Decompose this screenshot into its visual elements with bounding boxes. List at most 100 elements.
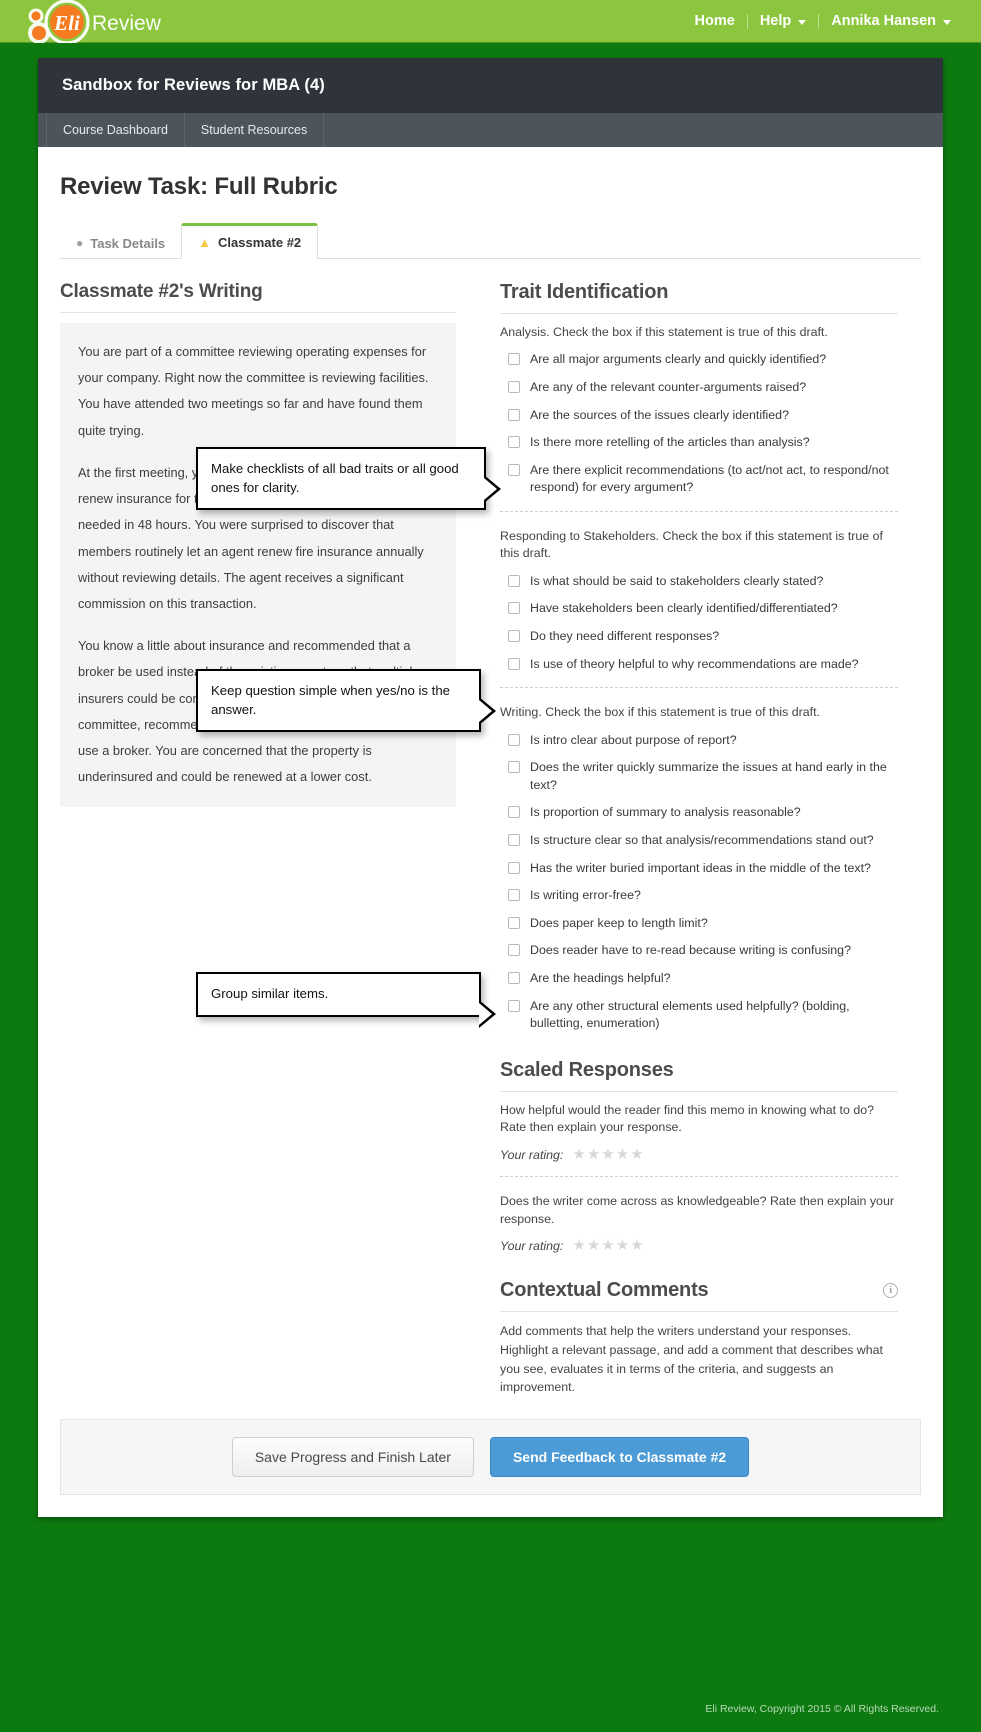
star-icon[interactable]: ★ — [616, 1147, 629, 1162]
course-nav-dashboard[interactable]: Course Dashboard — [46, 113, 185, 147]
checkbox[interactable] — [508, 408, 520, 421]
checkbox[interactable] — [508, 353, 520, 366]
nav-user-label: Annika Hansen — [831, 13, 936, 29]
checkbox[interactable] — [508, 629, 520, 642]
eli-review-logo[interactable]: Eli Review — [22, 0, 202, 47]
send-feedback-button[interactable]: Send Feedback to Classmate #2 — [489, 1437, 750, 1477]
checkbox-row[interactable]: Are the headings helpful? — [500, 970, 898, 988]
writing-heading: Classmate #2's Writing — [60, 281, 456, 313]
course-nav-student-resources[interactable]: Student Resources — [185, 113, 325, 147]
checkbox-row[interactable]: Is structure clear so that analysis/reco… — [500, 832, 898, 850]
rating-row: Your rating: ★ ★ ★ ★ ★ — [500, 1238, 898, 1253]
checkbox[interactable] — [508, 463, 520, 476]
checkbox[interactable] — [508, 944, 520, 957]
star-icon[interactable]: ★ — [630, 1147, 643, 1162]
checkbox-row[interactable]: Do they need different responses? — [500, 628, 898, 646]
form-action-bar: Save Progress and Finish Later Send Feed… — [60, 1419, 921, 1495]
checkbox[interactable] — [508, 806, 520, 819]
checkbox-label: Is intro clear about purpose of report? — [530, 732, 737, 747]
checkbox-row[interactable]: Is intro clear about purpose of report? — [500, 732, 898, 750]
checkbox-label: Are any other structural elements used h… — [530, 998, 850, 1031]
checkbox-label: Does reader have to re-read because writ… — [530, 943, 851, 958]
star-icon[interactable]: ★ — [572, 1147, 585, 1162]
checkbox[interactable] — [508, 602, 520, 615]
top-navigation-bar: Eli Review Home Help Annika Hansen — [0, 0, 981, 45]
checkbox[interactable] — [508, 833, 520, 846]
tab-task-details[interactable]: ● Task Details — [60, 228, 181, 258]
info-icon[interactable]: i — [883, 1283, 898, 1299]
star-rating-widget[interactable]: ★ ★ ★ ★ ★ — [572, 1147, 643, 1162]
chevron-down-icon — [943, 20, 951, 25]
star-icon[interactable]: ★ — [587, 1147, 600, 1162]
nav-user-dropdown[interactable]: Annika Hansen — [819, 0, 963, 43]
checkbox-row[interactable]: Does reader have to re-read because writ… — [500, 942, 898, 960]
checkbox[interactable] — [508, 972, 520, 985]
checkbox-label: Is there more retelling of the articles … — [530, 435, 810, 450]
checkbox[interactable] — [508, 657, 520, 670]
checkbox[interactable] — [508, 574, 520, 587]
checkbox-label: Are the headings helpful? — [530, 971, 671, 986]
checkbox[interactable] — [508, 733, 520, 746]
annotation-callout: Make checklists of all bad traits or all… — [196, 447, 501, 511]
nav-home-link[interactable]: Home — [683, 0, 747, 43]
two-column-layout: Classmate #2's Writing You are part of a… — [60, 259, 921, 1460]
checkbox-row[interactable]: Does paper keep to length limit? — [500, 915, 898, 933]
callout-tail-inner — [484, 478, 497, 500]
contextual-comments-description: Add comments that help the writers under… — [500, 1324, 883, 1395]
checkbox-label: Are the sources of the issues clearly id… — [530, 407, 789, 422]
checkbox-row[interactable]: Is use of theory helpful to why recommen… — [500, 656, 898, 674]
star-icon[interactable]: ★ — [572, 1238, 585, 1253]
checkbox-row[interactable]: Does the writer quickly summarize the is… — [500, 759, 898, 794]
checkbox-label: Do they need different responses? — [530, 628, 720, 643]
checkbox-row[interactable]: Are any of the relevant counter-argument… — [500, 379, 898, 397]
checkbox-label: Is use of theory helpful to why recommen… — [530, 656, 859, 671]
checkbox-row[interactable]: Are all major arguments clearly and quic… — [500, 351, 898, 369]
review-form-column: Trait Identification Analysis. Check the… — [478, 281, 898, 1460]
checkbox-row[interactable]: Is what should be said to stakeholders c… — [500, 573, 898, 591]
trait-identification-heading: Trait Identification — [500, 281, 898, 314]
checkbox-row[interactable]: Is there more retelling of the articles … — [500, 434, 898, 452]
checkbox-row[interactable]: Is writing error-free? — [500, 887, 898, 905]
checkbox-row[interactable]: Are the sources of the issues clearly id… — [500, 407, 898, 425]
star-icon[interactable]: ★ — [601, 1147, 614, 1162]
star-icon[interactable]: ★ — [616, 1238, 629, 1253]
checkbox[interactable] — [508, 861, 520, 874]
tab-classmate-2[interactable]: ▲ Classmate #2 — [181, 223, 319, 259]
contextual-comments-heading: Contextual Comments — [500, 1279, 709, 1302]
checkbox-row[interactable]: Have stakeholders been clearly identifie… — [500, 600, 898, 618]
checkbox-label: Does paper keep to length limit? — [530, 915, 708, 930]
star-icon[interactable]: ★ — [630, 1238, 643, 1253]
checkbox[interactable] — [508, 436, 520, 449]
checkbox-row[interactable]: Are any other structural elements used h… — [500, 998, 898, 1033]
nav-help-dropdown[interactable]: Help — [748, 0, 818, 43]
star-icon[interactable]: ★ — [601, 1238, 614, 1253]
checkbox-label: Is structure clear so that analysis/reco… — [530, 832, 874, 847]
checkbox-row[interactable]: Is proportion of summary to analysis rea… — [500, 804, 898, 822]
scaled-question: Does the writer come across as knowledge… — [500, 1194, 894, 1226]
checkbox[interactable] — [508, 380, 520, 393]
trait-group-prompt: Responding to Stakeholders. Check the bo… — [500, 529, 883, 561]
scaled-question: How helpful would the reader find this m… — [500, 1102, 874, 1135]
checkbox-row[interactable]: Are there explicit recommendations (to a… — [500, 462, 898, 497]
star-icon[interactable]: ★ — [587, 1238, 600, 1253]
star-rating-widget[interactable]: ★ ★ ★ ★ ★ — [572, 1238, 643, 1253]
divider — [500, 511, 898, 513]
scaled-responses-heading: Scaled Responses — [500, 1059, 898, 1092]
checkbox[interactable] — [508, 889, 520, 902]
rating-label: Your rating: — [500, 1147, 564, 1162]
checkbox[interactable] — [508, 999, 520, 1012]
rating-label: Your rating: — [500, 1238, 564, 1253]
divider — [500, 687, 898, 689]
checkbox-label: Does the writer quickly summarize the is… — [530, 760, 887, 792]
course-title: Sandbox for Reviews for MBA (4) — [62, 76, 325, 94]
checkbox-label: Are all major arguments clearly and quic… — [530, 352, 827, 367]
save-progress-button[interactable]: Save Progress and Finish Later — [231, 1437, 474, 1477]
checkbox-row[interactable]: Has the writer buried important ideas in… — [500, 860, 898, 878]
annotation-callout-text: Keep question simple when yes/no is the … — [211, 683, 450, 717]
checkbox[interactable] — [508, 916, 520, 929]
warning-triangle-icon: ▲ — [198, 234, 212, 250]
checkbox-label: Are there explicit recommendations (to a… — [530, 462, 889, 495]
nav-help-label: Help — [759, 13, 792, 29]
checkbox-label: Have stakeholders been clearly identifie… — [530, 601, 838, 616]
checkbox[interactable] — [508, 761, 520, 774]
